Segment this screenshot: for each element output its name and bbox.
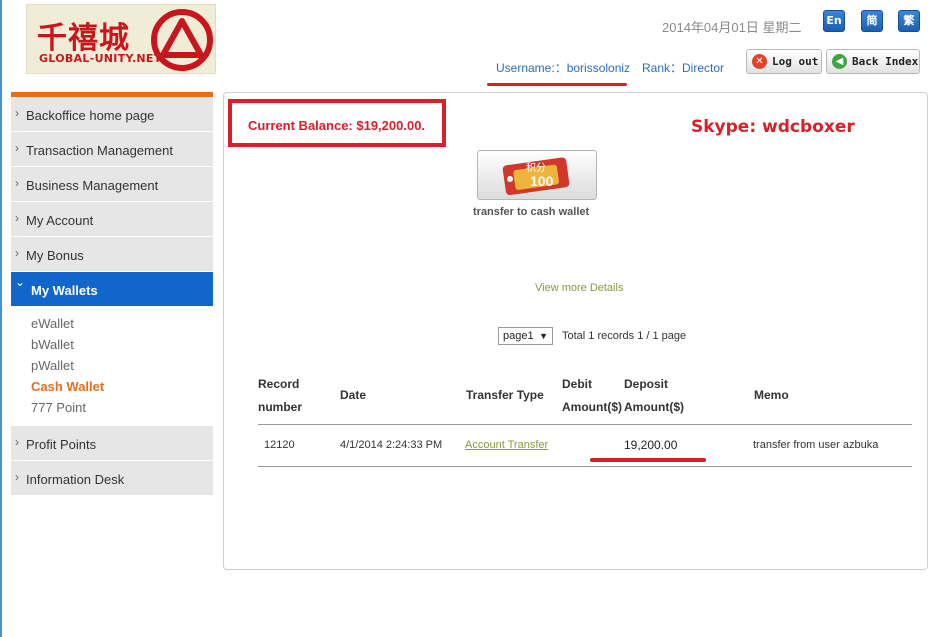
submenu-item-bwallet[interactable]: bWallet <box>31 336 213 357</box>
sidebar-item-label: My Account <box>26 213 94 228</box>
logo-english-text: GLOBAL-UNITY.NET <box>39 52 162 65</box>
submenu-item-ewallet[interactable]: eWallet <box>31 315 213 336</box>
table-row-divider <box>258 466 912 467</box>
sidebar-item-my-bonus[interactable]: › My Bonus <box>11 237 213 272</box>
sidebar-item-my-account[interactable]: › My Account <box>11 202 213 237</box>
sidebar-item-information-desk[interactable]: › Information Desk <box>11 461 213 496</box>
username-highlight-underline <box>487 83 627 86</box>
chevron-right-icon: › <box>15 176 19 190</box>
sidebar-item-profit-points[interactable]: › Profit Points <box>11 426 213 461</box>
sidebar-item-my-wallets[interactable]: ⌄ My Wallets <box>11 272 213 307</box>
window-edge <box>0 0 2 637</box>
dropdown-arrow-icon: ▼ <box>539 331 548 341</box>
current-date: 2014年04月01日 星期二 <box>662 20 802 35</box>
header-date: Date <box>340 388 367 402</box>
sidebar-item-transaction-management[interactable]: › Transaction Management <box>11 132 213 167</box>
page-select-value: page1 <box>503 330 534 342</box>
sidebar-item-label: Information Desk <box>26 472 125 487</box>
logo-emblem-icon <box>151 9 213 71</box>
skype-annotation: Skype: wdcboxer <box>691 117 855 137</box>
table-header-divider <box>258 424 912 425</box>
wallet-submenu: eWallet bWallet pWallet Cash Wallet 777 … <box>11 307 213 426</box>
header-record-number: Record number <box>258 373 302 419</box>
header-line: Debit <box>562 377 592 391</box>
logout-label: Log out <box>772 55 819 68</box>
username-label: Username:：borissoloniz <box>496 61 631 75</box>
transfer-to-cash-wallet-button[interactable]: 积分 100 <box>477 150 597 200</box>
header-deposit-amount: Deposit Amount($) <box>624 373 684 419</box>
sidebar-item-business-management[interactable]: › Business Management <box>11 167 213 202</box>
back-index-button[interactable]: ◀ Back Index <box>826 49 920 74</box>
chevron-right-icon: › <box>15 435 19 449</box>
chevron-down-icon: ⌄ <box>15 275 26 289</box>
chevron-right-icon: › <box>15 141 19 155</box>
submenu-item-cash-wallet[interactable]: Cash Wallet <box>31 378 213 399</box>
page-select[interactable]: page1 ▼ <box>498 327 553 345</box>
coupon-label: 积分 <box>526 163 546 174</box>
language-english-button[interactable]: En <box>823 10 845 32</box>
cell-memo: transfer from user azbuka <box>753 439 879 451</box>
cell-record-number: 12120 <box>264 439 295 451</box>
logout-button[interactable]: ✕ Log out <box>746 49 822 74</box>
transfer-label: transfer to cash wallet <box>473 206 590 218</box>
sidebar-item-label: Backoffice home page <box>26 108 155 123</box>
back-arrow-icon: ◀ <box>832 54 847 69</box>
sidebar-item-label: Profit Points <box>26 437 97 452</box>
site-logo[interactable]: 千禧城 GLOBAL-UNITY.NET <box>26 4 216 74</box>
cell-date: 4/1/2014 2:24:33 PM <box>340 439 443 451</box>
header-transfer-type: Transfer Type <box>466 388 544 402</box>
header-line: Deposit <box>624 377 669 391</box>
header-debit-amount: Debit Amount($) <box>562 373 622 419</box>
sidebar-item-backoffice-home[interactable]: › Backoffice home page <box>11 97 213 132</box>
logo-chinese-text: 千禧城 <box>37 21 130 56</box>
language-simplified-button[interactable]: 简 <box>861 10 883 32</box>
cell-transfer-type-link[interactable]: Account Transfer <box>465 439 548 451</box>
sidebar-item-label: Transaction Management <box>26 143 173 158</box>
language-traditional-button[interactable]: 繁 <box>898 10 920 32</box>
chevron-right-icon: › <box>15 470 19 484</box>
cell-deposit-amount: 19,200.00 <box>624 438 678 452</box>
sidebar-item-label: My Wallets <box>31 283 98 298</box>
sidebar-nav: › Backoffice home page › Transaction Man… <box>11 92 213 496</box>
pagination-summary: Total 1 records 1 / 1 page <box>562 330 687 342</box>
header-line: number <box>258 400 303 414</box>
sidebar-item-label: My Bonus <box>26 248 84 263</box>
view-more-details-link[interactable]: View more Details <box>535 282 623 294</box>
header-line: Amount($) <box>624 400 684 414</box>
back-index-label: Back Index <box>852 55 919 68</box>
deposit-highlight-underline <box>590 458 706 462</box>
header-line: Record <box>258 377 300 391</box>
coupon-number: 100 <box>530 173 554 189</box>
sidebar-item-label: Business Management <box>26 178 159 193</box>
submenu-item-pwallet[interactable]: pWallet <box>31 357 213 378</box>
current-balance: Current Balance: $19,200.00. <box>248 118 426 133</box>
header-memo: Memo <box>754 388 789 402</box>
close-circle-icon: ✕ <box>752 54 767 69</box>
submenu-item-777-point[interactable]: 777 Point <box>31 399 213 420</box>
chevron-right-icon: › <box>15 211 19 225</box>
chevron-right-icon: › <box>15 106 19 120</box>
rank-label: Rank：Director <box>642 61 725 75</box>
header-line: Amount($) <box>562 400 622 414</box>
